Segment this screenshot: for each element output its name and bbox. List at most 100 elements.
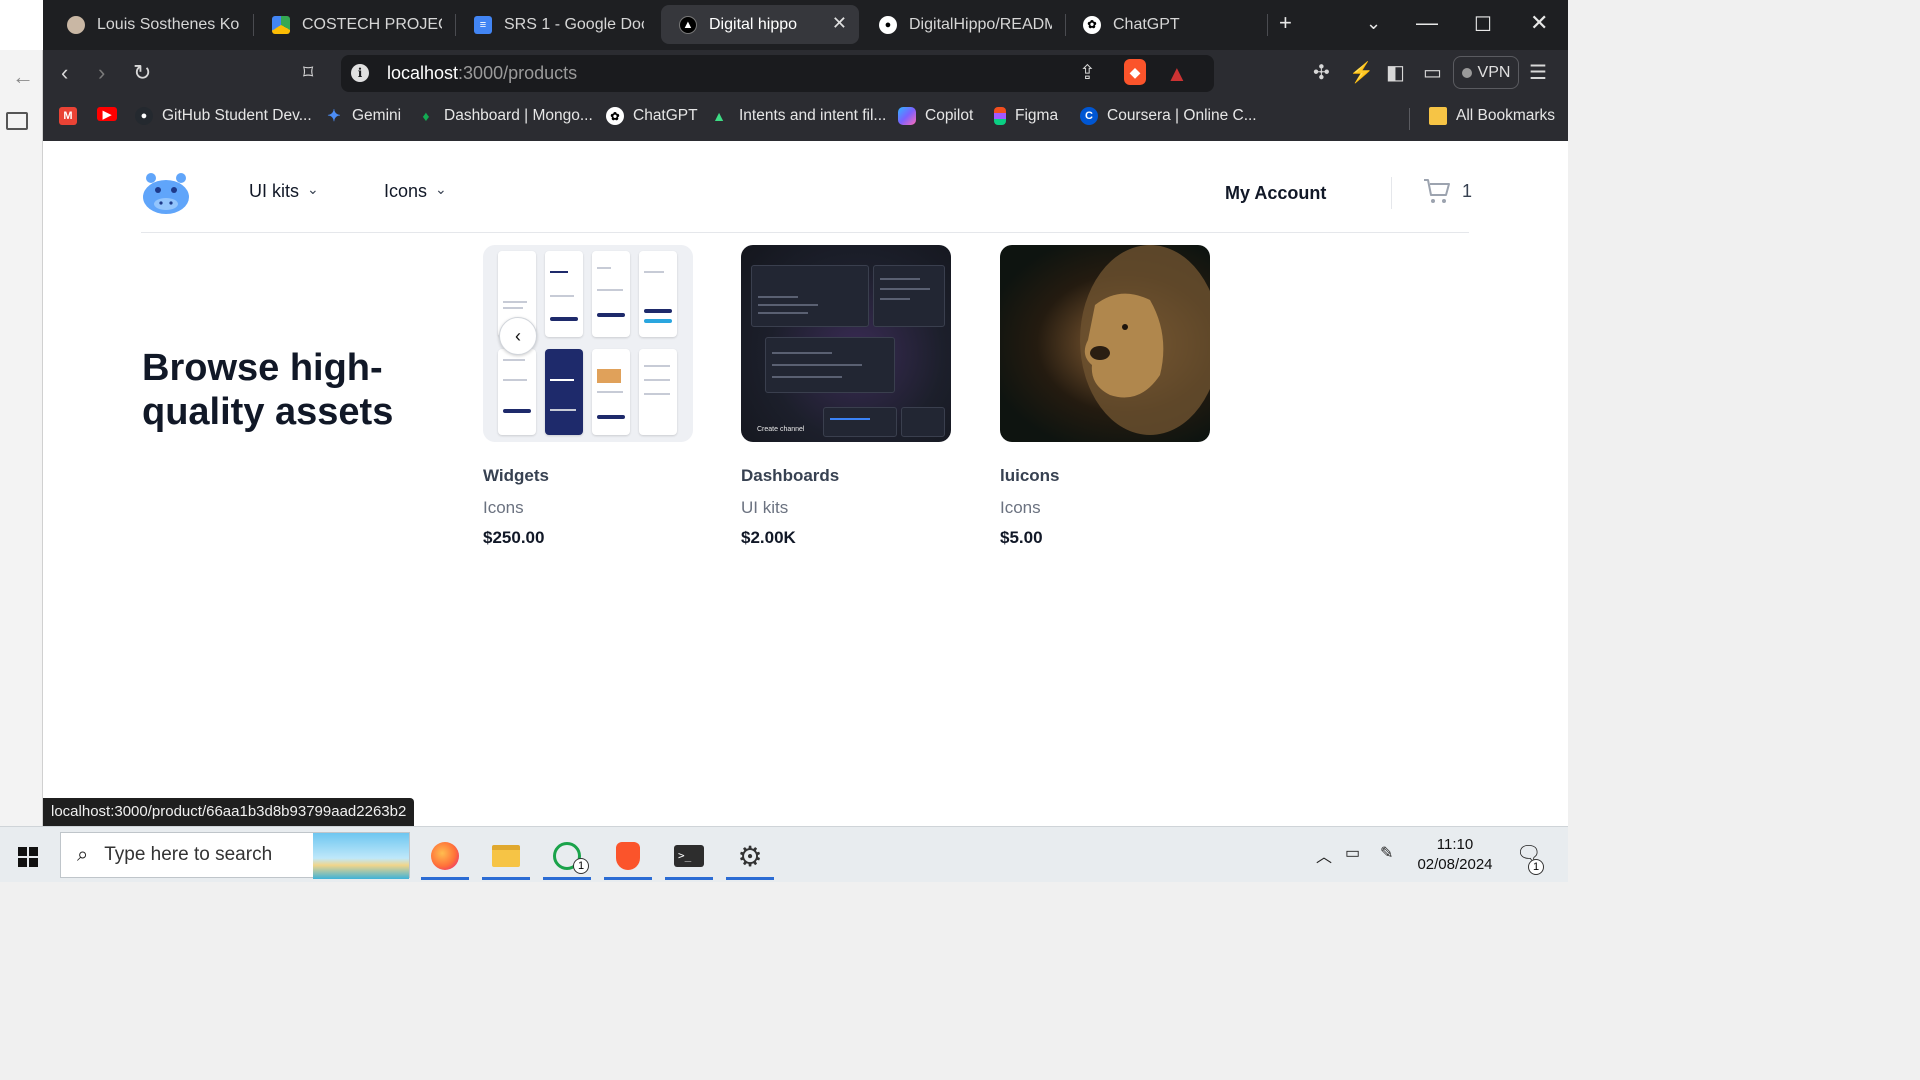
menu-icon[interactable]: ☰ <box>1529 60 1547 86</box>
product-card[interactable]: luicons Icons $5.00 <box>1000 245 1210 548</box>
bookmark-label: Copilot <box>925 107 974 124</box>
battery-icon[interactable]: ▭ <box>1345 843 1360 863</box>
tab-title: ChatGPT <box>1113 15 1180 33</box>
dashboard-preview-caption: Create channel <box>757 426 805 433</box>
clock-date: 02/08/2024 <box>1417 856 1493 873</box>
bookmark-android-intents[interactable]: ▲ Intents and intent fil... <box>708 107 886 125</box>
tab-title: SRS 1 - Google Docs <box>504 15 644 33</box>
running-indicator <box>726 877 774 880</box>
tab-louis[interactable]: Louis Sosthenes Kony <box>49 5 252 44</box>
product-price: $250.00 <box>483 528 545 547</box>
speedreader-icon[interactable]: ⚡ <box>1349 60 1374 86</box>
bookmark-chatgpt[interactable]: ✿ ChatGPT <box>606 107 698 125</box>
tab-chatgpt[interactable]: ✿ ChatGPT <box>1065 5 1265 44</box>
tab-github-readme[interactable]: ● DigitalHippo/README <box>861 5 1064 44</box>
lion-silhouette <box>1080 245 1210 435</box>
minimize-icon[interactable]: — <box>1416 10 1438 36</box>
running-indicator <box>482 877 530 880</box>
pen-icon[interactable]: ✎ <box>1380 843 1393 863</box>
bookmark-all-bookmarks[interactable]: All Bookmarks <box>1429 107 1555 125</box>
tab-title: Louis Sosthenes Kony <box>97 15 240 33</box>
tab-costech[interactable]: COSTECH PROJECT1 2 <box>254 5 454 44</box>
back-icon[interactable]: ‹ <box>61 60 68 86</box>
my-account-link[interactable]: My Account <box>1225 183 1326 204</box>
google-docs-icon: ≡ <box>474 15 492 34</box>
brave-shields-icon[interactable]: ◆ <box>1124 59 1146 85</box>
github-icon: ● <box>879 15 897 34</box>
taskbar-clock[interactable]: 11:10 02/08/2024 <box>1400 835 1510 875</box>
taskbar-firefox[interactable] <box>415 832 475 880</box>
bookmark-label: Coursera | Online C... <box>1107 107 1257 124</box>
tab-search-chevron-icon[interactable]: ⌄ <box>1366 13 1381 34</box>
bookmarks-bar: M ▶ ● GitHub Student Dev... ✦ Gemini ♦ Dash… <box>43 96 1568 141</box>
nav-menu-label: UI kits <box>249 181 300 201</box>
tab-bar: Louis Sosthenes Kony COSTECH PROJECT1 2 … <box>43 0 1568 50</box>
address-bar[interactable]: i localhost:3000/products ⇪ ◆ ▲ <box>341 55 1214 92</box>
nav-divider <box>1391 177 1392 209</box>
taskbar-settings[interactable]: ⚙ <box>720 832 780 880</box>
tab-srs[interactable]: ≡ SRS 1 - Google Docs <box>456 5 656 44</box>
cart-button[interactable]: 1 <box>1422 177 1472 205</box>
address-host: localhost <box>387 63 459 83</box>
tab-separator <box>1267 14 1268 36</box>
close-window-icon[interactable]: ✕ <box>1530 10 1548 36</box>
forward-icon[interactable]: › <box>98 60 105 86</box>
new-tab-icon[interactable]: + <box>1279 10 1292 36</box>
close-tab-icon[interactable]: ✕ <box>832 13 847 34</box>
site-info-icon[interactable]: i <box>351 64 369 82</box>
wallet-icon[interactable]: ▭ <box>1423 60 1442 86</box>
bookmark-gmail[interactable]: M <box>59 107 86 125</box>
address-path: :3000/products <box>458 63 578 83</box>
bookmark-figma[interactable]: Figma <box>994 107 1058 125</box>
bookmark-youtube[interactable]: ▶ <box>97 107 126 121</box>
mongodb-icon: ♦ <box>422 108 430 124</box>
share-icon[interactable]: ⇪ <box>1079 60 1096 86</box>
bookmark-copilot[interactable]: Copilot <box>898 107 973 125</box>
product-image[interactable]: Create channel <box>741 245 951 442</box>
whatsapp-badge: 1 <box>573 858 589 874</box>
nav-menu-ui-kits[interactable]: UI kits ⌄ <box>249 181 319 202</box>
maximize-icon[interactable]: ☐ <box>1474 12 1492 37</box>
site-navbar: UI kits ⌄ Icons ⌄ My Account 1 <box>141 141 1472 233</box>
carousel-prev-button[interactable]: ‹ <box>499 317 537 355</box>
chevron-left-icon: ‹ <box>515 325 521 346</box>
product-image[interactable] <box>1000 245 1210 442</box>
reload-icon[interactable]: ↻ <box>133 60 151 86</box>
taskbar-brave[interactable] <box>598 832 658 880</box>
product-price: $5.00 <box>1000 528 1043 547</box>
folder-icon <box>1429 107 1447 125</box>
bookmark-coursera[interactable]: C Coursera | Online C... <box>1080 107 1257 125</box>
browser-toolbar: ‹ › ↻ ⌑ i localhost:3000/products ⇪ ◆ ▲ … <box>43 50 1568 96</box>
bookmark-github-student[interactable]: ● GitHub Student Dev... <box>135 107 312 125</box>
taskbar-file-explorer[interactable] <box>476 832 536 880</box>
taskbar-terminal[interactable]: >_ <box>659 832 719 880</box>
nav-menu-icons[interactable]: Icons ⌄ <box>384 181 447 202</box>
bookmark-label: ChatGPT <box>633 107 698 124</box>
windows-taskbar: ⌕ Type here to search 1 >_ ⚙ ︿ ▭ ✎ 11:10… <box>0 826 1568 882</box>
taskbar-whatsapp[interactable]: 1 <box>537 832 597 880</box>
bookmark-gemini[interactable]: ✦ Gemini <box>325 107 401 125</box>
reading-pane-icon[interactable] <box>6 112 28 130</box>
hippo-logo-icon[interactable] <box>141 171 191 215</box>
bookmark-label: Figma <box>1015 107 1059 124</box>
gmail-icon: M <box>59 107 77 125</box>
brave-icon <box>616 842 640 870</box>
chevron-up-icon[interactable]: ︿ <box>1316 843 1332 867</box>
product-card[interactable]: Create channel Dashboards UI kits $2.00K <box>741 245 951 548</box>
extensions-icon[interactable]: ✣ <box>1313 60 1330 86</box>
bookmark-mongodb[interactable]: ♦ Dashboard | Mongo... <box>417 107 593 125</box>
tab-digital-hippo[interactable]: ▲ Digital hippo ✕ <box>661 5 859 44</box>
vpn-button[interactable]: VPN <box>1453 56 1519 89</box>
product-card[interactable]: ‹ Widgets Icons $250.00 <box>483 245 693 548</box>
bookmark-page-icon[interactable]: ⌑ <box>303 60 313 86</box>
start-windows-icon[interactable] <box>18 847 38 867</box>
bookmark-label: Dashboard | Mongo... <box>444 107 593 124</box>
product-image-carousel[interactable]: ‹ <box>483 245 693 442</box>
tab-title: DigitalHippo/README <box>909 15 1052 33</box>
tab-title: COSTECH PROJECT1 2 <box>302 15 442 33</box>
back-arrow-icon[interactable]: ← <box>12 64 34 90</box>
brave-rewards-icon[interactable]: ▲ <box>1166 61 1188 87</box>
address-text[interactable]: localhost:3000/products <box>387 63 577 84</box>
taskbar-search[interactable]: ⌕ Type here to search <box>60 832 410 879</box>
sidebar-toggle-icon[interactable]: ◧ <box>1386 60 1405 86</box>
